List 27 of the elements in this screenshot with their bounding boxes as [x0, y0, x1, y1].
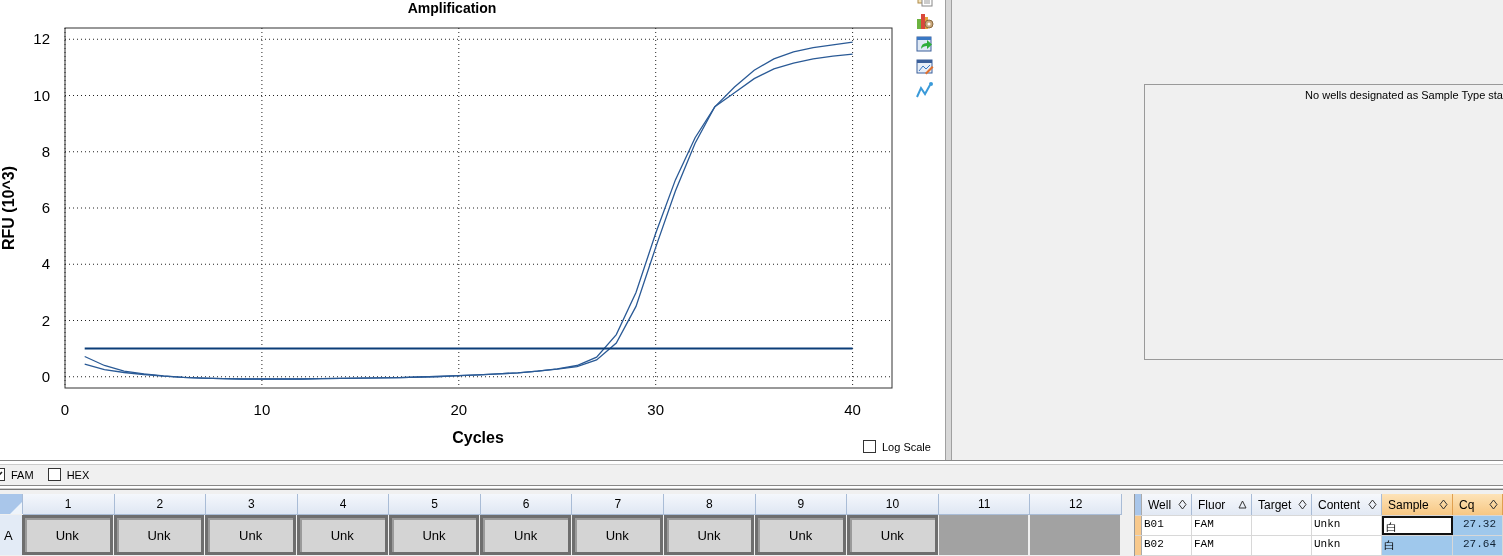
table-cell: 27.64: [1453, 536, 1503, 555]
table-cell: 27.32: [1453, 516, 1503, 535]
table-cell: FAM: [1192, 516, 1252, 535]
chart-title: Amplification: [407, 0, 497, 16]
y-tick-label: 0: [41, 367, 50, 385]
x-tick-label: 20: [450, 401, 468, 418]
x-tick-label: 10: [253, 401, 271, 418]
x-tick-label: 40: [844, 401, 861, 418]
fluor-label: FAM: [11, 468, 34, 481]
y-tick-label: 12: [33, 30, 50, 48]
log-scale-label: Log Scale: [882, 440, 931, 453]
y-tick-label: 2: [41, 311, 50, 329]
x-tick-label: 0: [60, 401, 70, 418]
table-cell: 白: [1382, 536, 1453, 555]
table-cell: 白: [1382, 516, 1453, 535]
y-tick-label: 8: [41, 142, 50, 160]
table-cell: B01: [1142, 516, 1192, 535]
y-axis-label: RFU (10^3): [0, 166, 17, 250]
y-tick-label: 6: [41, 199, 50, 216]
table-cell: B02: [1142, 536, 1192, 555]
x-tick-label: 30: [647, 401, 665, 418]
fluor-label: HEX: [66, 468, 90, 481]
y-tick-label: 4: [41, 255, 50, 273]
empty-message: No wells designated as Sample Type sta: [1305, 89, 1503, 101]
x-axis-label: Cycles: [452, 429, 504, 446]
y-tick-label: 10: [33, 86, 50, 104]
table-cell: FAM: [1192, 536, 1252, 555]
